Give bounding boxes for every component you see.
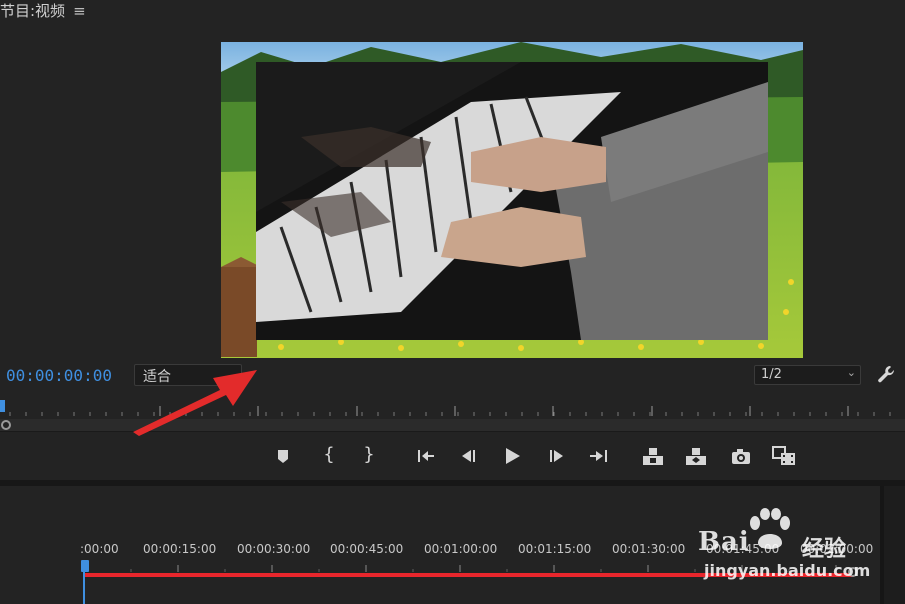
monitor-playhead [0,400,5,412]
side-panel-edge [880,486,905,604]
play-button[interactable] [499,444,525,468]
transport-controls: { } [0,438,905,474]
time-label: 00:00:30:00 [237,542,311,556]
baidu-watermark: Bai 经验 jingyan.baidu.com [694,505,871,585]
chevron-down-icon: ⌄ [846,366,856,379]
timeline-playhead-handle[interactable] [81,560,89,572]
mark-out-glyph: } [363,444,375,465]
watermark-brand: Bai [698,527,750,557]
scrub-in-handle [1,420,11,430]
time-label: 00:01:00:00 [424,542,498,556]
hamburger-menu-icon[interactable]: ≡ [73,2,86,20]
mark-in-button[interactable]: { [316,444,342,468]
annotation-arrow-icon [133,370,257,436]
comparison-view-button[interactable] [771,444,797,468]
wrench-icon[interactable] [876,364,896,384]
playback-resolution-select[interactable]: 1/2 ⌄ [754,365,861,385]
time-label: 00:00:45:00 [330,542,404,556]
watermark-brand-suffix: 经验 [802,537,847,562]
paw-logo-icon [750,508,790,549]
export-frame-button[interactable] [728,444,754,468]
watermark-url: jingyan.baidu.com [704,561,871,580]
time-label: :00:00 [80,542,119,556]
go-to-out-button[interactable] [586,444,612,468]
playback-resolution-value: 1/2 [761,367,782,382]
time-label: 00:01:30:00 [612,542,686,556]
mark-in-glyph: { [323,444,335,465]
mark-out-button[interactable]: } [356,444,382,468]
video-frame-image [221,42,803,358]
time-label: 00:00:15:00 [143,542,217,556]
program-monitor-video [221,42,803,358]
step-forward-button[interactable] [543,444,569,468]
playhead-timecode[interactable]: 00:00:00:00 [6,366,112,385]
panel-title-label: 节目:视频 [0,2,66,20]
panel-title[interactable]: 节目:视频 ≡ [0,0,86,21]
add-marker-button[interactable] [270,444,296,468]
time-label: 00:01:15:00 [518,542,592,556]
lift-button[interactable] [640,444,666,468]
extract-button[interactable] [683,444,709,468]
step-back-button[interactable] [456,444,482,468]
go-to-in-button[interactable] [413,444,439,468]
